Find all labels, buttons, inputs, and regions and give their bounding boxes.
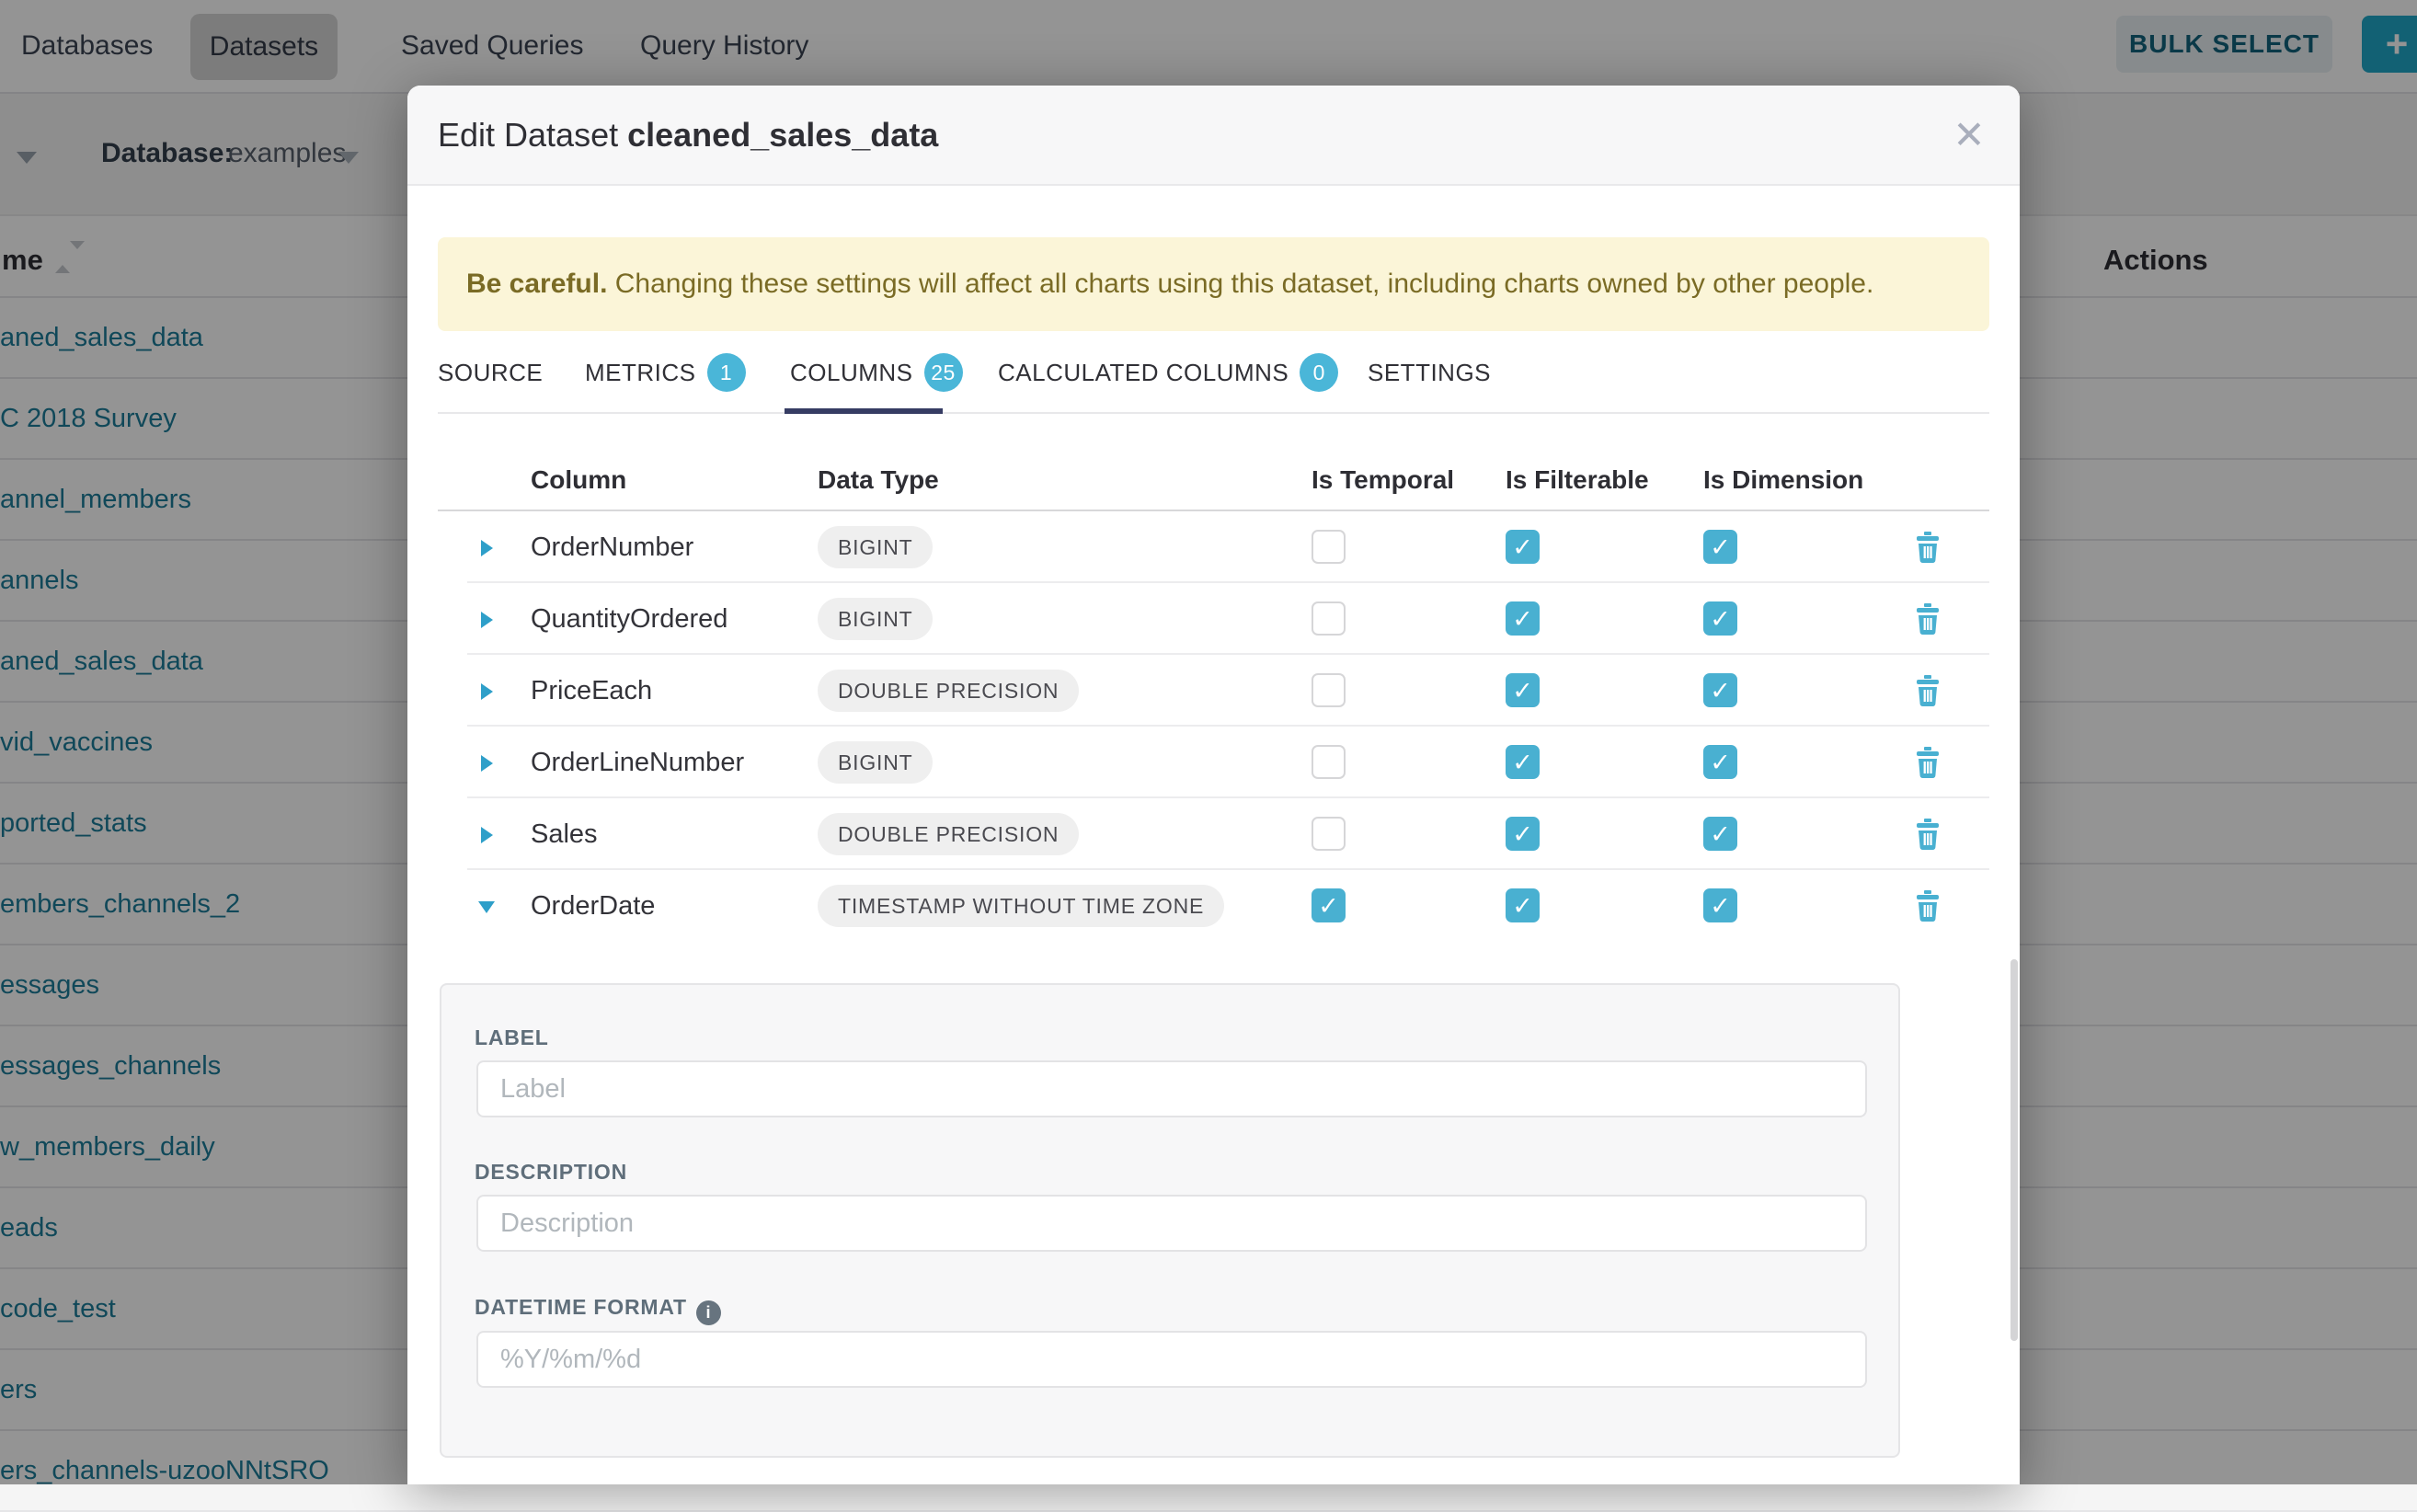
column-name: PriceEach — [531, 655, 652, 727]
expand-caret-icon[interactable] — [481, 683, 493, 700]
edit-dataset-modal: Edit Dataset cleaned_sales_data ✕ Be car… — [407, 86, 2020, 1484]
data-type-pill: DOUBLE PRECISION — [818, 670, 1079, 712]
info-icon[interactable]: i — [696, 1300, 721, 1325]
delete-column-icon[interactable] — [1914, 603, 1942, 635]
tab-settings[interactable]: SETTINGS — [1368, 331, 1491, 414]
column-row: QuantityOrdered BIGINT ✓ ✓ — [438, 583, 1989, 655]
column-name: OrderLineNumber — [531, 727, 744, 798]
column-detail-panel: LABEL DESCRIPTION DATETIME FORMATi — [440, 983, 1900, 1458]
description-input[interactable] — [476, 1195, 1867, 1252]
column-row: OrderDate TIMESTAMP WITHOUT TIME ZONE ✓ ✓ ✓ — [438, 870, 1989, 942]
header-is-dimension: Is Dimension — [1703, 465, 1863, 495]
is-filterable-checkbox[interactable]: ✓ — [1506, 817, 1540, 851]
is-temporal-checkbox[interactable] — [1312, 601, 1346, 636]
warning-banner: Be careful. Changing these settings will… — [438, 237, 1989, 331]
is-filterable-checkbox[interactable]: ✓ — [1506, 745, 1540, 779]
modal-title: Edit Dataset cleaned_sales_data — [438, 86, 938, 184]
is-filterable-checkbox[interactable]: ✓ — [1506, 601, 1540, 636]
modal-tabs: SOURCE METRICS1 COLUMNS25 CALCULATED COL… — [438, 331, 1989, 414]
is-temporal-checkbox[interactable] — [1312, 745, 1346, 779]
expand-caret-icon[interactable] — [481, 827, 493, 843]
is-dimension-checkbox[interactable]: ✓ — [1703, 888, 1737, 922]
tab-source[interactable]: SOURCE — [438, 331, 543, 414]
is-temporal-checkbox[interactable] — [1312, 530, 1346, 564]
data-type-pill: BIGINT — [818, 526, 933, 568]
is-temporal-checkbox[interactable] — [1312, 817, 1346, 851]
calculated-columns-count-badge: 0 — [1300, 353, 1338, 392]
close-icon[interactable]: ✕ — [1942, 108, 1997, 163]
is-filterable-checkbox[interactable]: ✓ — [1506, 673, 1540, 707]
is-dimension-checkbox[interactable]: ✓ — [1703, 745, 1737, 779]
header-data-type: Data Type — [818, 465, 939, 495]
data-type-pill: DOUBLE PRECISION — [818, 813, 1079, 855]
delete-column-icon[interactable] — [1914, 532, 1942, 563]
datetime-format-input[interactable] — [476, 1331, 1867, 1388]
delete-column-icon[interactable] — [1914, 890, 1942, 922]
warning-text: Changing these settings will affect all … — [607, 269, 1873, 299]
header-column: Column — [531, 465, 626, 495]
column-name: QuantityOrdered — [531, 583, 727, 655]
header-is-filterable: Is Filterable — [1506, 465, 1649, 495]
modal-title-dataset-name: cleaned_sales_data — [627, 116, 938, 154]
label-input[interactable] — [476, 1060, 1867, 1117]
column-name: Sales — [531, 798, 598, 870]
header-is-temporal: Is Temporal — [1312, 465, 1454, 495]
is-temporal-checkbox[interactable]: ✓ — [1312, 888, 1346, 922]
is-dimension-checkbox[interactable]: ✓ — [1703, 530, 1737, 564]
is-dimension-checkbox[interactable]: ✓ — [1703, 817, 1737, 851]
metrics-count-badge: 1 — [707, 353, 746, 392]
datetime-format-field-label: DATETIME FORMATi — [475, 1295, 721, 1325]
expand-caret-icon[interactable] — [481, 540, 493, 556]
column-row: OrderNumber BIGINT ✓ ✓ — [438, 511, 1989, 583]
delete-column-icon[interactable] — [1914, 747, 1942, 778]
is-dimension-checkbox[interactable]: ✓ — [1703, 673, 1737, 707]
expand-caret-icon[interactable] — [481, 612, 493, 628]
columns-table-header: Column Data Type Is Temporal Is Filterab… — [438, 414, 1989, 511]
is-filterable-checkbox[interactable]: ✓ — [1506, 888, 1540, 922]
is-filterable-checkbox[interactable]: ✓ — [1506, 530, 1540, 564]
column-name: OrderDate — [531, 870, 655, 942]
data-type-pill: BIGINT — [818, 741, 933, 784]
expand-caret-icon[interactable] — [481, 755, 493, 772]
tab-columns[interactable]: COLUMNS25 — [790, 331, 963, 414]
column-row: Sales DOUBLE PRECISION ✓ ✓ — [438, 798, 1989, 870]
modal-scrollbar[interactable] — [2010, 959, 2018, 1341]
delete-column-icon[interactable] — [1914, 675, 1942, 706]
description-field-label: DESCRIPTION — [475, 1160, 627, 1185]
label-field-label: LABEL — [475, 1025, 549, 1050]
data-type-pill: BIGINT — [818, 598, 933, 640]
data-type-pill: TIMESTAMP WITHOUT TIME ZONE — [818, 885, 1224, 927]
is-temporal-checkbox[interactable] — [1312, 673, 1346, 707]
columns-count-badge: 25 — [924, 353, 963, 392]
modal-title-prefix: Edit Dataset — [438, 116, 627, 154]
tab-calculated-columns[interactable]: CALCULATED COLUMNS0 — [998, 331, 1338, 414]
warning-bold-text: Be careful. — [466, 269, 607, 299]
collapse-caret-icon[interactable] — [478, 901, 495, 913]
column-row: PriceEach DOUBLE PRECISION ✓ ✓ — [438, 655, 1989, 727]
column-row: OrderLineNumber BIGINT ✓ ✓ — [438, 727, 1989, 798]
is-dimension-checkbox[interactable]: ✓ — [1703, 601, 1737, 636]
tab-metrics[interactable]: METRICS1 — [585, 331, 746, 414]
delete-column-icon[interactable] — [1914, 819, 1942, 850]
modal-header: Edit Dataset cleaned_sales_data ✕ — [407, 86, 2020, 186]
columns-table-body: OrderNumber BIGINT ✓ ✓ QuantityOrdered BIGINT… — [438, 511, 1989, 942]
column-name: OrderNumber — [531, 511, 693, 583]
